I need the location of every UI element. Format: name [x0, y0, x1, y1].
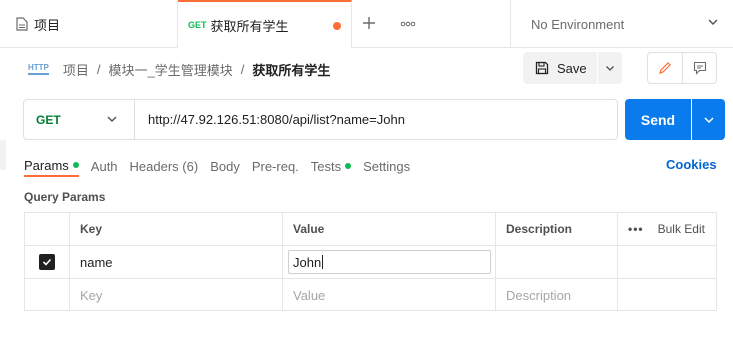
param-value-input[interactable]: John: [288, 250, 491, 274]
chevron-down-icon: [606, 66, 614, 71]
save-icon: [535, 61, 549, 75]
tab-settings[interactable]: Settings: [363, 155, 410, 177]
url-input[interactable]: http://47.92.126.51:8080/api/list?name=J…: [148, 112, 405, 127]
tab-method: GET: [188, 20, 207, 30]
tab-pre-request[interactable]: Pre-req.: [252, 155, 299, 177]
method-label: GET: [36, 112, 61, 127]
send-button[interactable]: Send: [625, 99, 691, 140]
unsaved-dot-icon: [333, 22, 341, 30]
row-check-cell: [25, 246, 70, 278]
header-check-cell: [25, 213, 70, 245]
breadcrumb: HTTP 项目 / 模块一_学生管理模块 / 获取所有学生: [28, 58, 330, 80]
tab-label: Headers (6): [129, 158, 199, 174]
checkmark-icon: [42, 258, 52, 266]
breadcrumb-module[interactable]: 模块一_学生管理模块: [109, 60, 233, 79]
breadcrumb-root[interactable]: 项目: [63, 60, 89, 79]
new-tab-button[interactable]: [362, 13, 376, 36]
header-value: Value: [283, 213, 496, 245]
http-icon: HTTP: [28, 63, 49, 75]
param-actions-cell: [618, 279, 716, 311]
breadcrumb-separator: /: [96, 61, 101, 77]
param-value: John: [293, 254, 322, 270]
description-placeholder[interactable]: Description: [496, 279, 618, 311]
tab-project[interactable]: 项目: [0, 0, 178, 48]
tab-params[interactable]: Params: [24, 155, 79, 177]
breadcrumb-current[interactable]: 获取所有学生: [252, 60, 330, 79]
view-toggle: [647, 52, 717, 84]
row-checkbox[interactable]: [39, 254, 55, 270]
tab-label: Pre-req.: [251, 158, 299, 174]
tab-auth[interactable]: Auth: [91, 155, 118, 177]
tab-label: Params: [24, 157, 69, 173]
text-caret: [322, 255, 324, 269]
tab-label: Tests: [310, 158, 342, 174]
tab-label: 获取所有学生: [210, 18, 289, 34]
tab-bar: 项目 GET 获取所有学生 No Environment: [0, 0, 733, 48]
param-description[interactable]: [496, 246, 618, 278]
tab-label: Auth: [90, 158, 118, 174]
environment-label: No Environment: [531, 16, 625, 32]
param-actions-cell: [618, 246, 716, 278]
param-key[interactable]: name: [70, 246, 283, 278]
method-select[interactable]: GET: [24, 100, 135, 139]
table-row: name John: [25, 246, 716, 279]
pencil-icon: [659, 62, 671, 74]
breadcrumb-separator: /: [240, 61, 245, 77]
save-button[interactable]: Save: [523, 52, 597, 84]
tab-request[interactable]: GET 获取所有学生: [178, 0, 352, 48]
chevron-down-icon: [107, 116, 117, 122]
tab-label: 项目: [34, 17, 61, 33]
header-description: Description: [496, 213, 618, 245]
save-dropdown-button[interactable]: [598, 52, 622, 84]
tab-body[interactable]: Body: [210, 155, 240, 177]
comment-icon: [693, 61, 707, 75]
value-placeholder[interactable]: Value: [283, 279, 496, 311]
query-params-title: Query Params: [24, 190, 106, 204]
more-tabs-button[interactable]: [400, 16, 416, 30]
tab-headers[interactable]: Headers (6): [130, 155, 199, 177]
tab-label: Body: [210, 158, 240, 174]
url-bar: GET http://47.92.126.51:8080/api/list?na…: [23, 99, 618, 140]
document-icon: [16, 17, 28, 31]
postman-window: 项目 GET 获取所有学生 No Environment HTTP 项目 / 模…: [0, 0, 733, 354]
status-dot-icon: [72, 162, 79, 168]
plus-icon: [363, 17, 375, 29]
cookies-link[interactable]: Cookies: [666, 157, 717, 172]
comments-button[interactable]: [683, 53, 717, 83]
tab-tests[interactable]: Tests: [310, 155, 352, 177]
header-key: Key: [70, 213, 283, 245]
environment-select[interactable]: No Environment: [510, 0, 733, 48]
header-actions: ••• Bulk Edit: [618, 213, 716, 245]
request-tabs: Params Auth Headers (6) Body Pre-req. Te…: [24, 155, 422, 181]
save-label: Save: [557, 60, 587, 76]
send-label: Send: [640, 111, 676, 128]
bulk-edit-button[interactable]: Bulk Edit: [658, 222, 705, 236]
edit-button[interactable]: [648, 53, 683, 83]
row-check-cell: [25, 279, 70, 311]
status-dot-icon: [345, 163, 352, 169]
table-row-empty: Key Value Description: [25, 279, 716, 312]
key-placeholder[interactable]: Key: [70, 279, 283, 311]
send-dropdown-button[interactable]: [692, 99, 725, 140]
chevron-down-icon: [708, 19, 718, 25]
params-table: Key Value Description ••• Bulk Edit name…: [24, 212, 717, 311]
chevron-down-icon: [703, 116, 714, 123]
more-options-button[interactable]: •••: [628, 222, 644, 236]
more-icon: [400, 21, 416, 27]
tab-label: Settings: [363, 158, 411, 174]
table-header-row: Key Value Description ••• Bulk Edit: [25, 213, 716, 246]
sidebar-edge: [0, 140, 6, 170]
